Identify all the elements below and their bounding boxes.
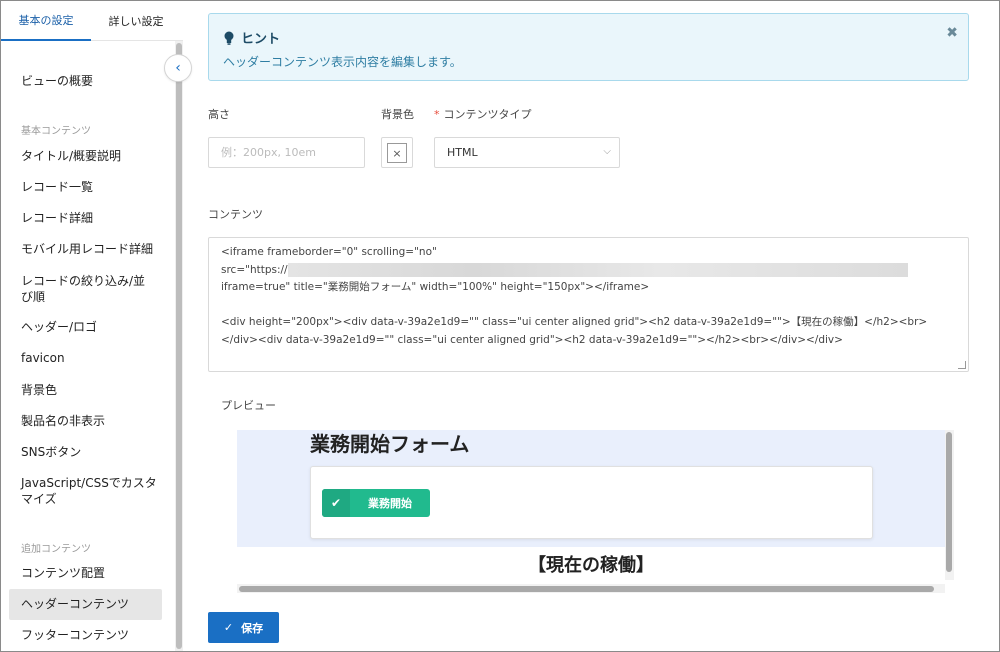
bgcolor-clear-icon: × — [387, 143, 407, 163]
required-marker: * — [434, 108, 440, 121]
preview-label: プレビュー — [221, 399, 276, 412]
content-type-label: * コンテンツタイプ — [434, 106, 532, 122]
sidebar-item-title[interactable]: タイトル/概要説明 — [9, 148, 162, 164]
sidebar-item-footer-content[interactable]: フッターコンテンツ — [9, 627, 162, 643]
hint-body: ヘッダーコンテンツ表示内容を編集します。 — [223, 55, 462, 69]
sidebar-item-content-layout[interactable]: コンテンツ配置 — [9, 565, 162, 581]
sidebar-item-header-content[interactable]: ヘッダーコンテンツ — [9, 589, 162, 620]
sidebar-item-filter-sort[interactable]: レコードの絞り込み/並び順 — [9, 273, 149, 305]
content-textarea[interactable]: <iframe frameborder="0" scrolling="no" s… — [208, 237, 969, 372]
lightbulb-icon — [224, 31, 234, 45]
tab-detailed-settings[interactable]: 詳しい設定 — [91, 1, 181, 41]
content-type-label-text: コンテンツタイプ — [443, 108, 532, 121]
content-type-value: HTML — [447, 146, 478, 159]
hint-title: ヒント — [223, 28, 280, 47]
code-line-3: iframe=true" title="業務開始フォーム" width="100… — [221, 281, 650, 293]
code-line-6: </div><div data-v-39a2e1d9="" class="ui … — [221, 333, 843, 346]
preview-horizontal-thumb[interactable] — [239, 586, 934, 592]
redacted-url — [287, 262, 908, 277]
tab-basic-settings[interactable]: 基本の設定 — [1, 1, 91, 41]
height-input[interactable] — [208, 137, 365, 168]
start-work-label: 業務開始 — [368, 497, 412, 510]
sidebar-item-js-css[interactable]: JavaScript/CSSでカスタマイズ — [9, 475, 159, 507]
content-label: コンテンツ — [208, 208, 263, 221]
hint-title-text: ヒント — [241, 32, 281, 47]
sidebar-item-hide-product-name[interactable]: 製品名の非表示 — [9, 413, 162, 429]
content-type-select[interactable]: HTML ⌵ — [434, 137, 620, 168]
start-work-button[interactable]: ✔ 業務開始 — [322, 489, 430, 517]
sidebar-item-view-overview[interactable]: ビューの概要 — [9, 73, 162, 89]
sidebar-scrollbar-thumb[interactable] — [176, 43, 182, 649]
collapse-sidebar-button[interactable]: ‹ — [164, 54, 192, 82]
check-icon: ✔ — [322, 489, 350, 517]
height-label: 高さ — [208, 108, 230, 121]
save-label: 保存 — [241, 621, 264, 635]
preview-vertical-thumb[interactable] — [946, 432, 952, 572]
sidebar-item-record-list[interactable]: レコード一覧 — [9, 179, 162, 195]
code-line-2: src="https:// — [221, 262, 956, 280]
bgcolor-picker[interactable]: × — [381, 137, 413, 168]
sidebar: 基本の設定 詳しい設定 ビューの概要 基本コンテンツ タイトル/概要説明 レコー… — [1, 1, 183, 651]
code-line-5: <div height="200px"><div data-v-39a2e1d9… — [221, 316, 928, 328]
sidebar-group-additional: 追加コンテンツ — [21, 544, 91, 555]
preview-frame: 業務開始フォーム ✔ 業務開始 【現在の稼働】 — [237, 430, 954, 593]
resize-handle[interactable] — [958, 361, 966, 369]
sidebar-item-mobile-detail[interactable]: モバイル用レコード詳細 — [9, 241, 162, 257]
save-button[interactable]: ✓ 保存 — [208, 612, 279, 643]
chevron-down-icon: ⌵ — [603, 146, 611, 157]
sidebar-item-sns-buttons[interactable]: SNSボタン — [9, 444, 162, 460]
sidebar-item-record-detail[interactable]: レコード詳細 — [9, 210, 162, 226]
preview-subtitle: 【現在の稼働】 — [528, 555, 654, 576]
sidebar-item-bgcolor[interactable]: 背景色 — [9, 382, 162, 398]
hint-panel: ヒント ヘッダーコンテンツ表示内容を編集します。 ✖ — [208, 13, 969, 81]
bgcolor-label: 背景色 — [381, 108, 414, 121]
sidebar-item-header-logo[interactable]: ヘッダー/ロゴ — [9, 319, 162, 335]
chevron-left-icon: ‹ — [175, 60, 181, 76]
code-line-1: <iframe frameborder="0" scrolling="no" — [221, 246, 437, 258]
preview-title: 業務開始フォーム — [310, 432, 470, 456]
check-icon: ✓ — [223, 621, 234, 634]
code-line-2-text: src="https:// — [221, 263, 288, 276]
sidebar-group-basic: 基本コンテンツ — [21, 126, 91, 137]
preview-iframe-area: 業務開始フォーム ✔ 業務開始 — [237, 430, 945, 547]
close-icon[interactable]: ✖ — [946, 25, 958, 41]
preview-card: ✔ 業務開始 — [310, 466, 873, 539]
sidebar-tabs: 基本の設定 詳しい設定 — [1, 1, 183, 41]
sidebar-item-favicon[interactable]: favicon — [9, 350, 162, 366]
